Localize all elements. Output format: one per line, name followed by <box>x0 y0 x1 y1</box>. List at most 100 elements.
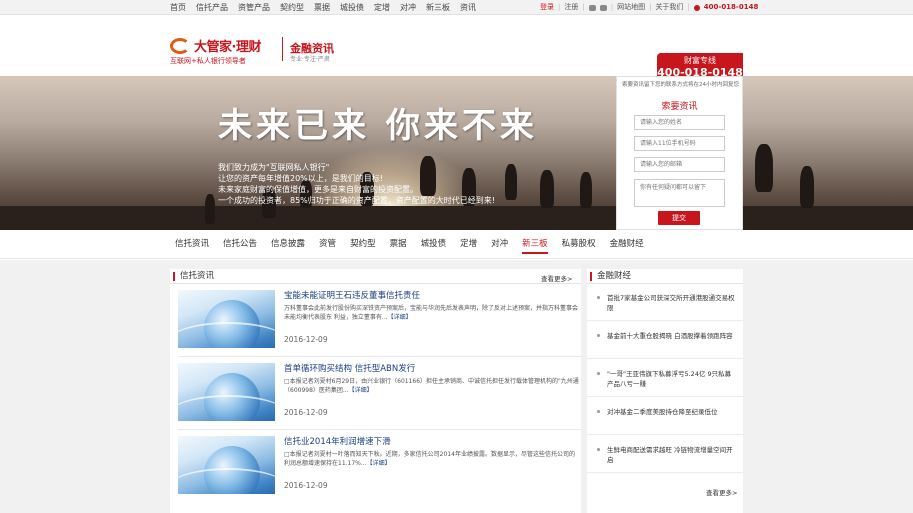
tab-finance[interactable]: 金融财经 <box>610 230 644 259</box>
logo-mark-icon <box>170 38 190 54</box>
news-title[interactable]: 首单循环购买结构 信托型ABN发行 <box>284 362 415 374</box>
finance-item-text[interactable]: "一哥"王亚伟旗下私募浮亏5.24亿 9只私募产品八亏一赚 <box>607 369 735 389</box>
more-link[interactable]: 查看更多> <box>541 273 572 283</box>
news-item[interactable]: 首单循环购买结构 信托型ABN发行 □本报记者刘夏村6月29日，由兴业银行（60… <box>178 358 581 430</box>
divider: | <box>610 3 614 11</box>
news-summary-text: □本报记者刘夏村6月29日，由兴业银行（601166）担任主承销商、中诚信托担任… <box>284 378 579 394</box>
banner-line: 让您的资产每年增值20%以上，是我们的目标! <box>218 174 383 183</box>
wechat-icon[interactable] <box>588 4 596 11</box>
finance-item-text[interactable]: 对冲基金二季度美股持仓降至纪录低位 <box>607 407 735 417</box>
name-input[interactable] <box>634 115 725 130</box>
news-thumbnail[interactable] <box>178 290 275 348</box>
tab-asset-management[interactable]: 资管 <box>319 230 336 259</box>
sitemap-link[interactable]: 网站地图 <box>617 0 645 15</box>
detail-link[interactable]: 【详细】 <box>388 314 412 321</box>
submit-button[interactable]: 提交 <box>658 211 700 225</box>
tab-trust-announcements[interactable]: 信托公告 <box>223 230 257 259</box>
about-link[interactable]: 关于我们 <box>655 0 683 15</box>
tab-bills[interactable]: 票据 <box>390 230 407 259</box>
banner-line: 未来家庭财富的保值增值，更多是来自财富的投资配置。 <box>218 185 418 194</box>
news-item[interactable]: 信托业2014年利润增速下滑 □本报记者刘夏村一叶落而知天下秋。近期，多家信托公… <box>178 431 581 503</box>
form-title: 索要资讯 <box>661 102 698 112</box>
detail-link[interactable]: 【详细】 <box>349 387 373 394</box>
consult-form: 索要资讯留下您的联系方式将在24小时内回复您 索要资讯 提交 <box>616 76 743 230</box>
question-textarea[interactable] <box>634 179 725 207</box>
top-nav-item-news[interactable]: 资讯 <box>460 0 476 15</box>
top-nav-item-private-placement[interactable]: 定增 <box>374 0 390 15</box>
login-link[interactable]: 登录 <box>540 0 554 15</box>
tab-trust-news[interactable]: 信托资讯 <box>175 230 209 259</box>
phone-icon <box>693 4 700 11</box>
top-nav-item-hedge[interactable]: 对冲 <box>400 0 416 15</box>
news-date: 2016-12-09 <box>284 408 328 417</box>
banner-line: 我们致力成为"互联网私人银行" <box>218 163 330 172</box>
finance-list-item[interactable]: 对冲基金二季度美股持仓降至纪录低位 <box>587 398 743 435</box>
tab-disclosure[interactable]: 信息披露 <box>271 230 305 259</box>
divider: | <box>649 3 652 11</box>
top-bar-right: 登录 | 注册 | | 网站地图 | 关于我们 | 400-018-0148 <box>540 0 762 15</box>
news-date: 2016-12-09 <box>284 481 328 490</box>
category-nav-items: 信托资讯 信托公告 信息披露 资管 契约型 票据 城投债 定增 对冲 新三板 私… <box>175 230 658 259</box>
top-nav-item-contract[interactable]: 契约型 <box>280 0 304 15</box>
finance-list-item[interactable]: 生鲜电商配送需求越旺 冷链物流增量空间开启 <box>587 436 743 473</box>
top-phone-number: 400-018-0148 <box>703 3 759 11</box>
finance-list-item[interactable]: 首批7家基金公司获深交所开通港股通交易权限 <box>587 284 743 321</box>
finance-item-text[interactable]: 生鲜电商配送需求越旺 冷链物流增量空间开启 <box>607 445 735 465</box>
tab-urban-bonds[interactable]: 城投债 <box>421 230 447 259</box>
tab-contract[interactable]: 契约型 <box>350 230 376 259</box>
top-nav-item-neeq[interactable]: 新三板 <box>426 0 450 15</box>
news-date: 2016-12-09 <box>284 335 328 344</box>
finance-item-text[interactable]: 基金前十大重仓股揭晓 白酒股撑着领跑阵容 <box>607 331 735 341</box>
banner-silhouette <box>755 144 773 192</box>
divider: | <box>687 3 690 11</box>
bullet-icon <box>597 448 600 451</box>
hero-banner: 未来已来 你来不来 我们致力成为"互联网私人银行" 让您的资产每年增值20%以上… <box>0 76 913 230</box>
email-input[interactable] <box>634 157 725 172</box>
banner-ground <box>0 206 913 230</box>
top-nav-item-trust[interactable]: 信托产品 <box>196 0 228 15</box>
news-item[interactable]: 宝能未能证明王石违反董事信托责任 万科董事会此前发行股份购买深铁资产预案后，宝能… <box>178 285 581 357</box>
form-note: 索要资讯留下您的联系方式将在24小时内回复您 <box>621 82 739 88</box>
section-slogan-sub: 专业·专注·严肃 <box>290 56 330 63</box>
site-logo[interactable]: 大管家·理财 互联网+私人银行领导者 <box>170 36 280 65</box>
tab-private-placement[interactable]: 定增 <box>460 230 477 259</box>
bullet-icon <box>597 372 600 375</box>
finance-list-item[interactable]: 基金前十大重仓股揭晓 白酒股撑着领跑阵容 <box>587 322 743 359</box>
register-link[interactable]: 注册 <box>564 0 578 15</box>
detail-link[interactable]: 【详细】 <box>367 460 391 467</box>
wave-decoration <box>178 322 275 348</box>
bullet-icon <box>597 410 600 413</box>
hotline-label: 财富专线 <box>684 56 716 65</box>
top-nav-item-bills[interactable]: 票据 <box>314 0 330 15</box>
top-nav-item-asset[interactable]: 资管产品 <box>238 0 270 15</box>
news-summary-text: 万科董事会此前发行股份购买深铁资产预案后，宝能与华润先后发表声明，除了反对上述预… <box>284 305 579 321</box>
tab-neeq[interactable]: 新三板 <box>522 230 548 259</box>
top-nav-item-home[interactable]: 首页 <box>170 0 186 15</box>
more-link[interactable]: 查看更多> <box>706 487 737 497</box>
top-nav: 首页 信托产品 资管产品 契约型 票据 城投债 定增 对冲 新三板 资讯 <box>170 0 486 15</box>
finance-news-panel: 金融财经 首批7家基金公司获深交所开通港股通交易权限 基金前十大重仓股揭晓 白酒… <box>587 269 743 513</box>
news-thumbnail[interactable] <box>178 363 275 421</box>
banner-line: 一个成功的投资者，85%归功于正确的资产配置，资产配置的大时代已经到来! <box>218 196 495 205</box>
banner-silhouette <box>205 194 215 224</box>
banner-silhouette <box>540 170 554 208</box>
news-summary: □本报记者刘夏村6月29日，由兴业银行（601166）担任主承销商、中诚信托担任… <box>284 377 580 395</box>
bullet-icon <box>597 334 600 337</box>
tab-private-equity[interactable]: 私募股权 <box>562 230 596 259</box>
banner-headline: 未来已来 你来不来 <box>218 106 538 146</box>
news-title[interactable]: 宝能未能证明王石违反董事信托责任 <box>284 289 420 301</box>
divider: | <box>582 3 585 11</box>
news-thumbnail[interactable] <box>178 436 275 494</box>
banner-silhouette <box>800 166 814 208</box>
finance-list-item[interactable]: "一哥"王亚伟旗下私募浮亏5.24亿 9只私募产品八亏一赚 <box>587 360 743 397</box>
finance-item-text[interactable]: 首批7家基金公司获深交所开通港股通交易权限 <box>607 293 735 313</box>
category-nav: 信托资讯 信托公告 信息披露 资管 契约型 票据 城投债 定增 对冲 新三板 私… <box>0 230 913 259</box>
divider: | <box>558 3 561 11</box>
phone-input[interactable] <box>634 136 725 151</box>
trust-news-panel: 信托资讯 查看更多> 宝能未能证明王石违反董事信托责任 万科董事会此前发行股份购… <box>170 269 581 513</box>
banner-copy: 我们致力成为"互联网私人银行" 让您的资产每年增值20%以上，是我们的目标! 未… <box>218 162 495 206</box>
weibo-icon[interactable] <box>599 4 607 11</box>
top-nav-item-urban-bonds[interactable]: 城投债 <box>340 0 364 15</box>
news-title[interactable]: 信托业2014年利润增速下滑 <box>284 435 391 447</box>
tab-hedge[interactable]: 对冲 <box>491 230 508 259</box>
